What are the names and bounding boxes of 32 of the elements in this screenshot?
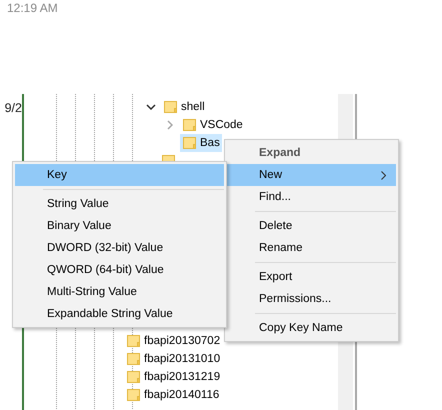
tree-item[interactable]: shell [161, 98, 207, 116]
menu-item[interactable]: Key [15, 164, 224, 186]
menu-item[interactable]: QWORD (64-bit) Value [15, 259, 224, 281]
tree-item[interactable]: fbapi20130702 [124, 332, 222, 350]
menu-item[interactable]: Binary Value [15, 215, 224, 237]
menu-item[interactable]: Copy Key Name [227, 317, 396, 339]
menu-item[interactable]: Rename [227, 237, 396, 259]
menu-item[interactable]: Delete [227, 215, 396, 237]
tree-item[interactable]: Bas [180, 134, 222, 152]
folder-icon [164, 101, 177, 113]
folder-icon [127, 335, 140, 347]
menu-item[interactable]: DWORD (32-bit) Value [15, 237, 224, 259]
menu-item[interactable]: Multi-String Value [15, 281, 224, 303]
folder-icon [183, 137, 196, 149]
menu-item[interactable]: New [227, 164, 396, 186]
menu-item[interactable]: Expandable String Value [15, 303, 224, 325]
date-text: 9/2 [4, 101, 22, 116]
menu-item[interactable]: Expand [227, 142, 396, 164]
menu-item[interactable]: String Value [15, 193, 224, 215]
menu-item[interactable]: Permissions... [227, 288, 396, 310]
timestamp: 12:19 AM [7, 1, 58, 15]
folder-icon [127, 371, 140, 383]
tree-item[interactable]: VSCode [180, 116, 245, 134]
tree-item[interactable]: fbapi20140116 [124, 386, 222, 404]
folder-icon [127, 389, 140, 401]
menu-item[interactable]: Find... [227, 186, 396, 208]
folder-icon [183, 119, 196, 131]
tree-item[interactable]: fbapi20131219 [124, 368, 222, 386]
folder-icon [127, 353, 140, 365]
chevron-down-icon[interactable] [146, 104, 156, 110]
menu-item[interactable]: Export [227, 266, 396, 288]
tree-item[interactable]: fbapi20131010 [124, 350, 222, 368]
